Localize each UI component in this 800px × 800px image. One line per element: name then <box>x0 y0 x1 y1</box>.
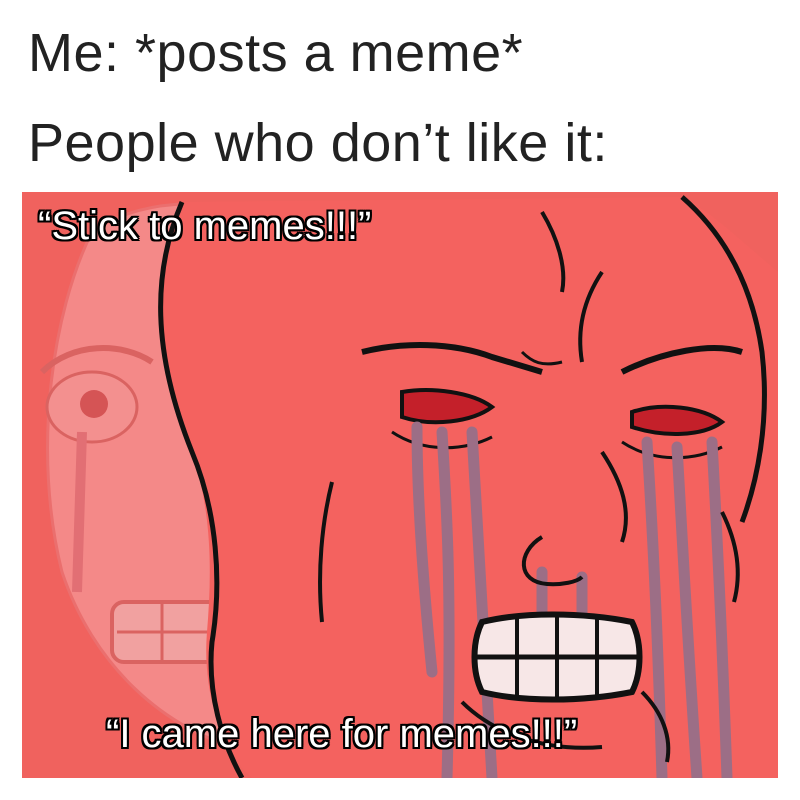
main-face <box>158 195 778 778</box>
top-quote-text: “Stick to memes!!!” <box>38 204 372 248</box>
meme-image: “Stick to memes!!!” “I came here for mem… <box>22 192 778 778</box>
meme-caption: Me: *posts a meme* People who don’t like… <box>0 0 800 192</box>
wojak-illustration <box>22 192 778 778</box>
caption-line-me: Me: *posts a meme* <box>28 23 524 83</box>
bottom-quote-text: “I came here for memes!!!” <box>106 712 578 756</box>
mouth <box>471 611 643 703</box>
caption-line-people: People who don’t like it: <box>28 113 608 173</box>
